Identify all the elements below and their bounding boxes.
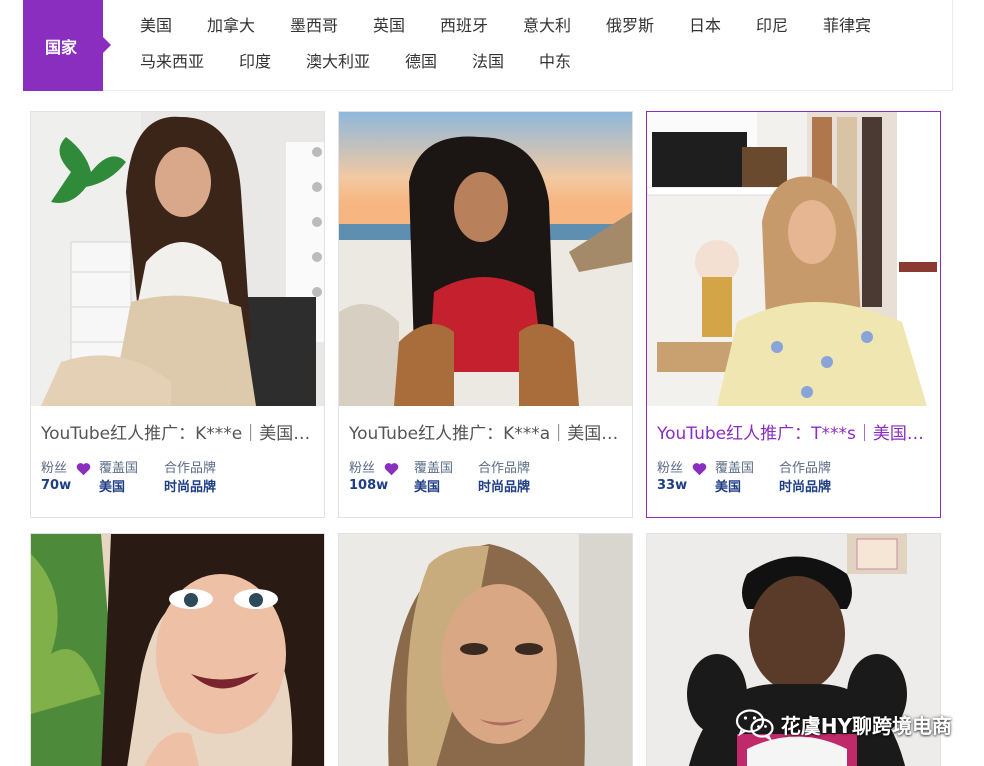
heart-icon bbox=[692, 463, 707, 476]
fans-label: 粉丝 bbox=[349, 461, 376, 476]
influencer-card[interactable] bbox=[30, 533, 325, 766]
country-option-australia[interactable]: 澳大利亚 bbox=[306, 52, 370, 72]
coverage-value: 美国 bbox=[99, 480, 126, 495]
country-option-middle-east[interactable]: 中东 bbox=[539, 52, 571, 72]
country-option-india[interactable]: 印度 bbox=[239, 52, 271, 72]
influencer-card[interactable]: YouTube红人推广：T***s｜美国｜时尚 粉丝 33w 覆盖国 美国 合作… bbox=[646, 111, 941, 518]
influencer-card[interactable]: YouTube红人推广：K***e｜美国｜时尚 粉丝 70w 覆盖国 美国 合作… bbox=[30, 111, 325, 518]
page: 国家 美国 加拿大 墨西哥 英国 西班牙 意大利 俄罗斯 日本 印尼 菲律宾 马… bbox=[0, 0, 984, 766]
coverage-label: 覆盖国 bbox=[715, 461, 755, 476]
fans-count: 70w bbox=[41, 478, 72, 493]
watermark-text: 花虞HY聊跨境电商 bbox=[780, 713, 952, 738]
heart-icon bbox=[76, 463, 91, 476]
filter-label: 国家 bbox=[23, 0, 111, 91]
country-option-russia[interactable]: 俄罗斯 bbox=[606, 16, 654, 36]
brand-value: 时尚品牌 bbox=[779, 480, 832, 495]
fans-count: 33w bbox=[657, 478, 688, 493]
wechat-icon bbox=[735, 709, 774, 740]
country-option-uk[interactable]: 英国 bbox=[373, 16, 405, 36]
card-title[interactable]: YouTube红人推广：K***a｜美国｜时尚 bbox=[349, 422, 621, 446]
country-option-canada[interactable]: 加拿大 bbox=[207, 16, 255, 36]
influencer-photo[interactable] bbox=[31, 112, 324, 406]
fans-label: 粉丝 bbox=[657, 461, 684, 476]
coverage-value: 美国 bbox=[414, 480, 441, 495]
influencer-photo[interactable] bbox=[339, 534, 632, 766]
country-option-italy[interactable]: 意大利 bbox=[523, 16, 571, 36]
country-option-germany[interactable]: 德国 bbox=[405, 52, 437, 72]
watermark: 花虞HY聊跨境电商 bbox=[735, 708, 952, 740]
country-option-mexico[interactable]: 墨西哥 bbox=[290, 16, 338, 36]
card-title[interactable]: YouTube红人推广：T***s｜美国｜时尚 bbox=[657, 422, 929, 446]
heart-icon bbox=[384, 463, 399, 476]
brand-value: 时尚品牌 bbox=[164, 480, 217, 495]
influencer-photo[interactable] bbox=[647, 112, 940, 406]
country-option-us[interactable]: 美国 bbox=[140, 16, 172, 36]
influencer-photo[interactable] bbox=[31, 534, 324, 766]
brand-label: 合作品牌 bbox=[164, 461, 217, 476]
country-filter-bar: 国家 bbox=[23, 0, 953, 91]
brand-label: 合作品牌 bbox=[779, 461, 832, 476]
country-option-indonesia[interactable]: 印尼 bbox=[756, 16, 788, 36]
fans-label: 粉丝 bbox=[41, 461, 68, 476]
country-option-malaysia[interactable]: 马来西亚 bbox=[140, 52, 204, 72]
fans-count: 108w bbox=[349, 478, 389, 493]
coverage-label: 覆盖国 bbox=[99, 461, 139, 476]
card-title[interactable]: YouTube红人推广：K***e｜美国｜时尚 bbox=[41, 422, 313, 446]
country-option-france[interactable]: 法国 bbox=[472, 52, 504, 72]
country-option-philippines[interactable]: 菲律宾 bbox=[823, 16, 871, 36]
country-option-japan[interactable]: 日本 bbox=[689, 16, 721, 36]
brand-label: 合作品牌 bbox=[478, 461, 531, 476]
coverage-value: 美国 bbox=[715, 480, 742, 495]
country-option-spain[interactable]: 西班牙 bbox=[440, 16, 488, 36]
brand-value: 时尚品牌 bbox=[478, 480, 531, 495]
influencer-card[interactable]: YouTube红人推广：K***a｜美国｜时尚 粉丝 108w 覆盖国 美国 合… bbox=[338, 111, 633, 518]
coverage-label: 覆盖国 bbox=[414, 461, 454, 476]
influencer-card[interactable] bbox=[338, 533, 633, 766]
influencer-photo[interactable] bbox=[339, 112, 632, 406]
